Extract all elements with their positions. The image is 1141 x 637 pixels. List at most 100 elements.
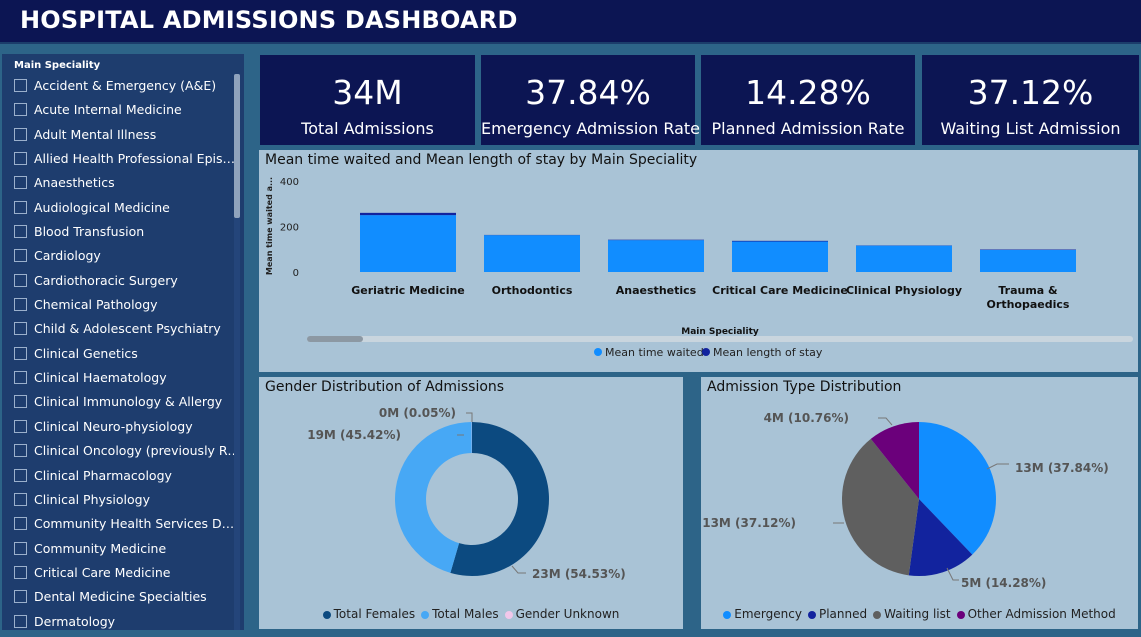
slicer-item[interactable]: Accident & Emergency (A&E) xyxy=(2,74,240,98)
slicer-item[interactable]: Clinical Neuro-physiology xyxy=(2,415,240,439)
legend-item[interactable]: Emergency xyxy=(723,607,802,621)
slicer-checkbox[interactable] xyxy=(14,79,27,92)
gender-donut-chart: 23M (54.53%) 19M (45.42%) 0M (0.05%) xyxy=(307,406,626,581)
slicer-title: Main Speciality xyxy=(14,60,101,71)
slicer-checkbox[interactable] xyxy=(14,127,27,141)
bar-length-of-stay[interactable] xyxy=(360,212,456,216)
slicer-checkbox[interactable] xyxy=(14,565,27,579)
kpi-label: Planned Admission Rate xyxy=(711,119,905,138)
legend-marker xyxy=(956,610,965,619)
legend-label: Gender Unknown xyxy=(515,607,620,621)
slicer-item-label: Clinical Neuro-physiology xyxy=(34,418,193,434)
slicer-checkbox[interactable] xyxy=(14,249,27,263)
kpi-card-waiting-list: 37.12% Waiting List Admission xyxy=(922,55,1139,145)
legend-item[interactable]: Other Admission Method xyxy=(956,607,1116,621)
x-tick-label: Anaesthetics xyxy=(616,284,697,297)
slicer-item[interactable]: Blood Transfusion xyxy=(2,220,240,244)
slicer-checkbox[interactable] xyxy=(14,371,27,385)
slicer-checkbox[interactable] xyxy=(14,395,27,409)
leader-line xyxy=(466,412,473,422)
slicer-item[interactable]: Critical Care Medicine xyxy=(2,561,240,585)
slicer-item[interactable]: Cardiothoracic Surgery xyxy=(2,269,240,293)
slicer-checkbox[interactable] xyxy=(14,346,27,360)
slicer-item[interactable]: Audiological Medicine xyxy=(2,196,240,220)
legend-item[interactable]: Total Males xyxy=(421,607,499,621)
slicer-checkbox[interactable] xyxy=(14,298,27,312)
slicer-item[interactable]: Cardiology xyxy=(2,244,240,268)
legend-item[interactable]: Planned xyxy=(807,607,868,621)
legend-label: Planned xyxy=(818,607,868,621)
slicer-item[interactable]: Clinical Physiology xyxy=(2,488,240,512)
slicer-item-label: Dental Medicine Specialties xyxy=(34,589,207,605)
slicer-item-label: Community Medicine xyxy=(34,540,167,556)
legend-marker xyxy=(723,610,732,619)
slicer-item-label: Dermatology xyxy=(34,613,116,629)
slicer-item-label: Allied Health Professional Episode xyxy=(34,151,240,167)
slicer-item[interactable]: Allied Health Professional Episode xyxy=(2,147,240,171)
chart-scrollbar-thumb[interactable] xyxy=(307,336,363,342)
slicer-item[interactable]: Clinical Genetics xyxy=(2,342,240,366)
slicer-item[interactable]: Community Medicine xyxy=(2,537,240,561)
slicer-checkbox[interactable] xyxy=(14,444,27,458)
legend-marker xyxy=(702,348,710,356)
slicer-item-label: Clinical Pharmacology xyxy=(34,467,172,483)
slicer-item-label: Cardiothoracic Surgery xyxy=(34,272,178,288)
slicer-checkbox[interactable] xyxy=(14,468,27,482)
bar-time-waited[interactable] xyxy=(732,241,828,272)
slicer-item-label: Community Health Services Dental xyxy=(34,516,240,532)
bar-time-waited[interactable] xyxy=(484,235,580,272)
dashboard-title: HOSPITAL ADMISSIONS DASHBOARD xyxy=(20,6,518,34)
kpi-value: 37.12% xyxy=(967,73,1094,112)
slicer-item[interactable]: Clinical Haematology xyxy=(2,366,240,390)
slicer-item[interactable]: Clinical Oncology (previously Rad... xyxy=(2,439,240,463)
slicer-checkbox[interactable] xyxy=(14,225,27,239)
slicer-checkbox[interactable] xyxy=(14,614,27,628)
data-label: 19M (45.42%) xyxy=(307,428,401,442)
bar-time-waited[interactable] xyxy=(980,249,1076,272)
legend-label[interactable]: Mean length of stay xyxy=(713,346,823,359)
y-axis-label: Mean time waited a... xyxy=(265,177,274,275)
leader-line xyxy=(986,463,1009,470)
slicer-checkbox[interactable] xyxy=(14,176,27,190)
slicer-checkbox[interactable] xyxy=(14,492,27,506)
slicer-item[interactable]: Community Health Services Dental xyxy=(2,512,240,536)
slicer-checkbox[interactable] xyxy=(14,322,27,336)
slicer-item[interactable]: Clinical Pharmacology xyxy=(2,464,240,488)
slicer-checkbox[interactable] xyxy=(14,541,27,555)
slicer-item[interactable]: Chemical Pathology xyxy=(2,293,240,317)
y-tick-label: 0 xyxy=(293,268,299,279)
leader-line xyxy=(878,417,893,426)
slicer-item[interactable]: Child & Adolescent Psychiatry xyxy=(2,317,240,341)
slicer-checkbox[interactable] xyxy=(14,152,27,166)
slicer-checkbox[interactable] xyxy=(14,590,27,604)
legend-item[interactable]: Gender Unknown xyxy=(504,607,620,621)
gender-legend: Total Females Total Males Gender Unknown xyxy=(259,607,683,621)
slicer-checkbox[interactable] xyxy=(14,103,27,117)
legend-label: Total Females xyxy=(333,607,416,621)
slicer-checkbox[interactable] xyxy=(14,273,27,287)
slicer-item[interactable]: Acute Internal Medicine xyxy=(2,98,240,122)
slicer-checkbox[interactable] xyxy=(14,419,27,433)
y-tick-label: 400 xyxy=(280,177,299,188)
x-tick-label: Critical Care Medicine xyxy=(712,284,848,297)
slicer-item-label: Adult Mental Illness xyxy=(34,126,157,142)
slicer-item[interactable]: Dental Medicine Specialties xyxy=(2,585,240,609)
chart-scrollbar-track[interactable] xyxy=(307,336,1133,342)
slicer-checkbox[interactable] xyxy=(14,517,27,531)
slicer-scrollbar-thumb[interactable] xyxy=(234,74,240,218)
legend-label[interactable]: Mean time waited xyxy=(605,346,704,359)
bar-time-waited[interactable] xyxy=(856,245,952,272)
slicer-checkbox[interactable] xyxy=(14,200,27,214)
bar-length-of-stay[interactable] xyxy=(732,240,828,242)
x-tick-label: Orthodontics xyxy=(492,284,573,297)
legend-item[interactable]: Waiting list xyxy=(873,607,951,621)
bar-time-waited[interactable] xyxy=(360,215,456,272)
slicer-item[interactable]: Dermatology xyxy=(2,610,240,630)
data-label: 4M (10.76%) xyxy=(764,411,849,425)
slicer-item[interactable]: Adult Mental Illness xyxy=(2,123,240,147)
slicer-item[interactable]: Clinical Immunology & Allergy xyxy=(2,390,240,414)
legend-item[interactable]: Total Females xyxy=(322,607,416,621)
legend-marker xyxy=(873,610,882,619)
slicer-item[interactable]: Anaesthetics xyxy=(2,171,240,195)
bar-time-waited[interactable] xyxy=(608,240,704,272)
